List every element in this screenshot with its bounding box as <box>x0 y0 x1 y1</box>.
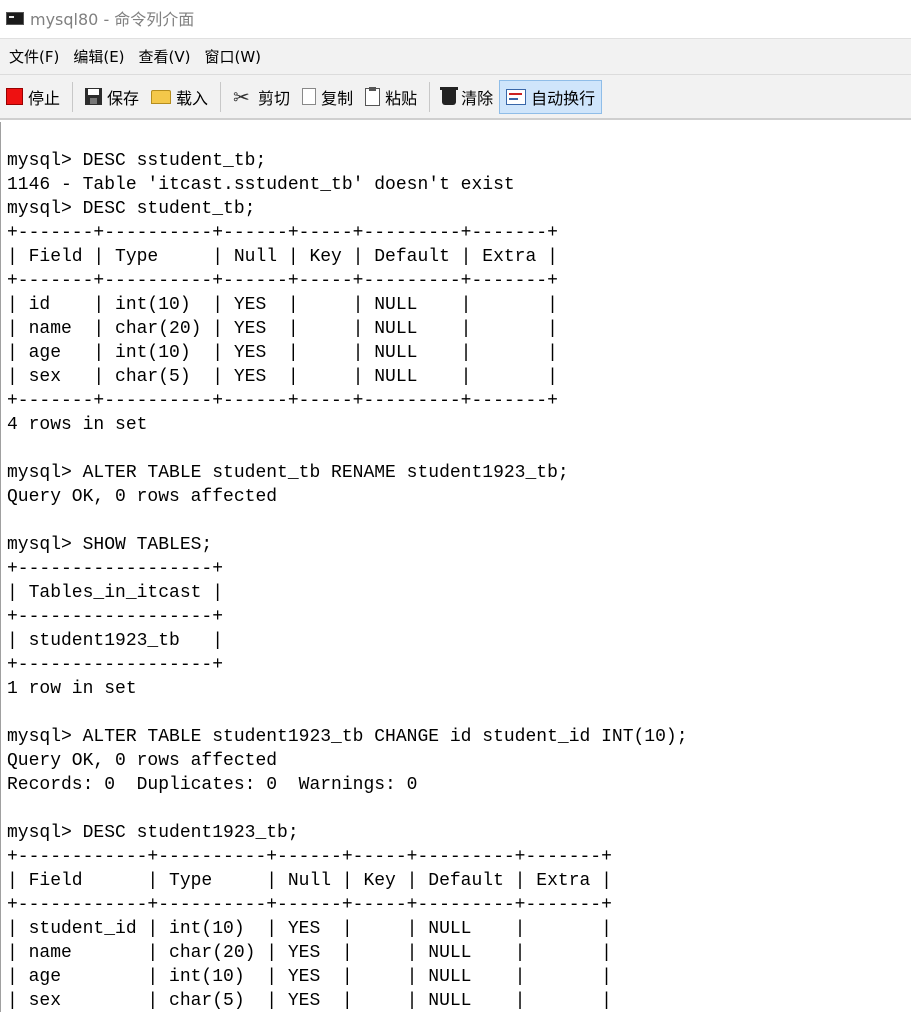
console-output[interactable]: mysql> DESC sstudent_tb; 1146 - Table 'it… <box>0 122 911 1012</box>
menu-edit[interactable]: 编辑(E) <box>72 44 125 69</box>
console-line: +------------------+ <box>7 559 224 579</box>
scissors-icon: ✂ <box>233 84 250 109</box>
console-line: 1146 - Table 'itcast.sstudent_tb' doesn'… <box>7 175 515 195</box>
console-line: +------------------+ <box>7 607 224 627</box>
console-line: 1 row in set <box>7 679 137 699</box>
clear-label: 清除 <box>461 88 494 108</box>
console-line: | age | int(10) | YES | | NULL | | <box>7 967 612 987</box>
paste-label: 粘贴 <box>385 88 418 108</box>
trash-icon <box>440 87 459 105</box>
console-line: | name | char(20) | YES | | NULL | | <box>7 319 558 339</box>
copy-button[interactable]: 复制 <box>296 80 359 114</box>
cut-button[interactable]: ✂ 剪切 <box>227 80 296 114</box>
save-label: 保存 <box>107 88 140 108</box>
console-line: +-------+----------+------+-----+-------… <box>7 391 558 411</box>
console-line: +------------+----------+------+-----+--… <box>7 847 612 867</box>
menu-bar: 文件(F) 编辑(E) 查看(V) 窗口(W) <box>0 38 911 74</box>
toolbar-separator <box>220 81 222 112</box>
console-line: | Field | Type | Null | Key | Default | … <box>7 247 558 267</box>
save-button[interactable]: 保存 <box>79 80 145 114</box>
menu-file[interactable]: 文件(F) <box>8 44 60 69</box>
console-line: mysql> SHOW TABLES; <box>7 535 213 555</box>
cut-label: 剪切 <box>258 88 291 108</box>
console-line: +------------------+ <box>7 655 224 675</box>
title-bar: mysql80 - 命令列介面 <box>0 0 911 36</box>
word-wrap-toggle[interactable]: 自动换行 <box>499 79 603 114</box>
toolbar-separator <box>72 81 74 112</box>
console-line: | student_id | int(10) | YES | | NULL | … <box>7 919 612 939</box>
console-line: | Tables_in_itcast | <box>7 583 224 603</box>
console-line: Query OK, 0 rows affected <box>7 751 278 771</box>
console-line: mysql> DESC sstudent_tb; <box>7 151 267 171</box>
toolbar: 停止 保存 载入 ✂ 剪切 复制 粘贴 清除 自动换行 <box>0 74 911 120</box>
stop-label: 停止 <box>28 88 61 108</box>
console-line: Records: 0 Duplicates: 0 Warnings: 0 <box>7 775 418 795</box>
load-button[interactable]: 载入 <box>145 80 214 114</box>
menu-view[interactable]: 查看(V) <box>138 44 192 69</box>
paste-button[interactable]: 粘贴 <box>359 80 423 114</box>
console-line: 4 rows in set <box>7 415 148 435</box>
folder-icon <box>151 89 172 104</box>
console-line: | student1923_tb | <box>7 631 224 651</box>
console-line: mysql> ALTER TABLE student1923_tb CHANGE… <box>7 727 688 747</box>
console-line: | sex | char(5) | YES | | NULL | | <box>7 991 612 1011</box>
clear-button[interactable]: 清除 <box>436 80 499 114</box>
clipboard-icon <box>365 86 381 106</box>
save-icon <box>85 88 103 105</box>
load-label: 载入 <box>176 88 209 108</box>
console-line: | id | int(10) | YES | | NULL | | <box>7 295 558 315</box>
console-line: | name | char(20) | YES | | NULL | | <box>7 943 612 963</box>
copy-icon <box>298 88 317 107</box>
console-line: | age | int(10) | YES | | NULL | | <box>7 343 558 363</box>
console-line: +-------+----------+------+-----+-------… <box>7 223 558 243</box>
word-wrap-label: 自动换行 <box>531 88 596 108</box>
window-title: mysql80 - 命令列介面 <box>30 10 195 29</box>
word-wrap-icon <box>506 88 527 105</box>
console-line: +-------+----------+------+-----+-------… <box>7 271 558 291</box>
stop-button[interactable]: 停止 <box>0 80 66 114</box>
console-line: mysql> ALTER TABLE student_tb RENAME stu… <box>7 463 569 483</box>
stop-icon <box>6 88 23 105</box>
console-line: +------------+----------+------+-----+--… <box>7 895 612 915</box>
console-icon <box>6 11 24 25</box>
console-line: | Field | Type | Null | Key | Default | … <box>7 871 612 891</box>
menu-window[interactable]: 窗口(W) <box>204 44 263 69</box>
console-line: mysql> DESC student1923_tb; <box>7 823 299 843</box>
console-line: | sex | char(5) | YES | | NULL | | <box>7 367 558 387</box>
console-line: mysql> DESC student_tb; <box>7 199 256 219</box>
toolbar-separator <box>429 81 431 112</box>
console-line: Query OK, 0 rows affected <box>7 487 278 507</box>
copy-label: 复制 <box>321 88 354 108</box>
